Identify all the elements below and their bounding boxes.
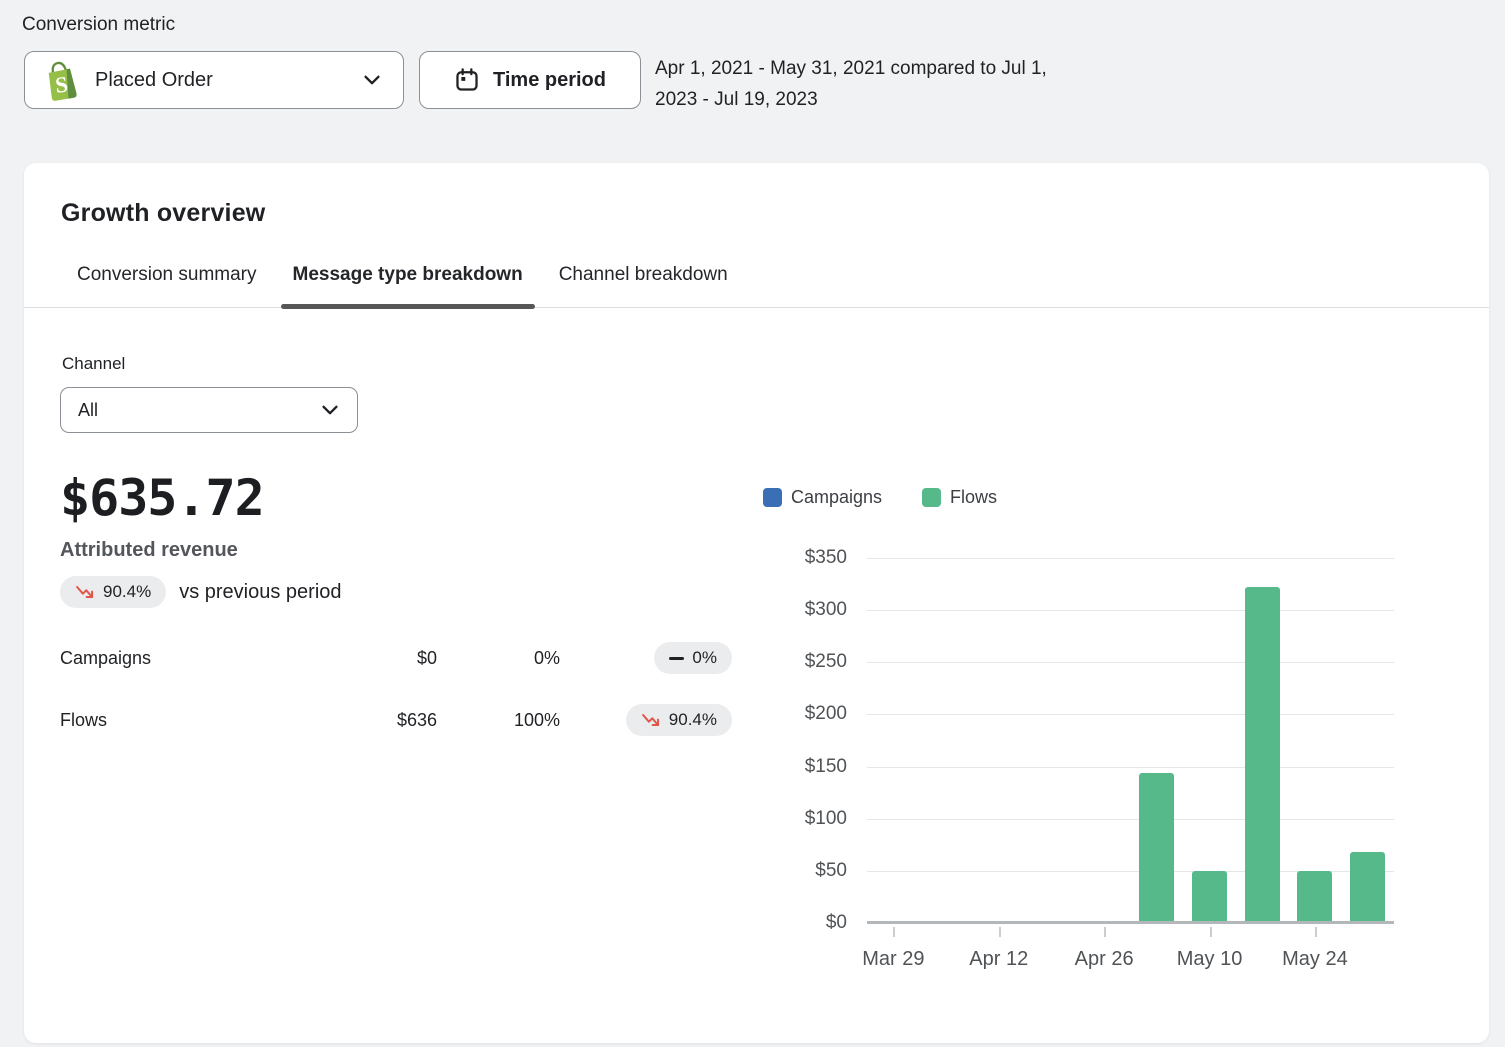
y-tick-label: $300 bbox=[804, 599, 847, 621]
bar-flows-may-31[interactable] bbox=[1350, 852, 1386, 923]
channel-filter-value: All bbox=[78, 399, 99, 420]
chart-legend: Campaigns Flows bbox=[763, 487, 1423, 508]
change-badge: 90.4% bbox=[60, 576, 167, 608]
change-value: 90.4% bbox=[103, 582, 152, 601]
time-period-button[interactable]: Time period bbox=[419, 51, 641, 109]
x-tick-label: May 10 bbox=[1176, 948, 1243, 970]
x-tick-label: Apr 12 bbox=[969, 948, 1029, 970]
bar-flows-may-10[interactable] bbox=[1192, 870, 1228, 923]
calendar-icon bbox=[456, 68, 478, 91]
legend-swatch-icon bbox=[763, 488, 782, 507]
row-change-badge: 0% bbox=[654, 642, 732, 674]
row-share: 0% bbox=[533, 647, 560, 668]
card-title: Growth overview bbox=[61, 199, 266, 227]
trend-down-icon bbox=[641, 714, 659, 726]
legend-item-flows[interactable]: Flows bbox=[922, 487, 997, 508]
attributed-revenue-label: Attributed revenue bbox=[60, 539, 238, 561]
y-tick-label: $50 bbox=[815, 859, 847, 881]
bar-flows-may-24[interactable] bbox=[1297, 870, 1333, 923]
y-tick-label: $350 bbox=[804, 547, 847, 568]
row-label: Flows bbox=[60, 709, 108, 730]
y-tick-label: $100 bbox=[804, 807, 847, 829]
bar-flows-may-17[interactable] bbox=[1244, 587, 1280, 923]
tab-channel-breakdown[interactable]: Channel breakdown bbox=[547, 256, 740, 307]
chart-panel: Campaigns Flows $0 $50 $100 $150 $200 $250 $300… bbox=[763, 487, 1423, 983]
y-tick-label: $250 bbox=[804, 651, 847, 673]
tabs: Conversion summary Message type breakdow… bbox=[24, 256, 1489, 309]
legend-label: Flows bbox=[950, 487, 998, 507]
row-share: 100% bbox=[513, 709, 560, 730]
bar-flows-may-3[interactable] bbox=[1139, 772, 1175, 923]
gridline-250 bbox=[867, 662, 1394, 664]
gridline-0 bbox=[867, 921, 1394, 924]
chevron-down-icon bbox=[364, 75, 380, 85]
y-tick-label: $150 bbox=[804, 755, 847, 777]
attributed-revenue-value: $635.72 bbox=[60, 469, 265, 527]
chart-plot: $0 $50 $100 $150 $200 $250 $300 $350 Mar 29 Apr 1… bbox=[763, 547, 1413, 983]
y-tick-label: $0 bbox=[825, 912, 847, 933]
growth-overview-card: Growth overview Conversion summary Messa… bbox=[24, 163, 1489, 1043]
flat-dash-icon bbox=[669, 656, 685, 660]
row-revenue: $636 bbox=[396, 709, 437, 730]
tab-conversion-summary[interactable]: Conversion summary bbox=[65, 256, 269, 307]
x-tick bbox=[893, 927, 896, 937]
x-tick-label: May 24 bbox=[1282, 948, 1348, 970]
channel-filter-dropdown[interactable]: All bbox=[60, 387, 358, 433]
legend-swatch-icon bbox=[922, 488, 942, 507]
gridline-300 bbox=[867, 610, 1394, 612]
date-range-text: Apr 1, 2021 - May 31, 2021 compared to J… bbox=[655, 58, 1047, 110]
change-suffix: vs previous period bbox=[179, 580, 342, 603]
legend-item-campaigns[interactable]: Campaigns bbox=[763, 487, 882, 508]
conversion-metric-dropdown[interactable]: S Placed Order bbox=[24, 51, 404, 109]
header: Conversion metric S Placed Order Time pe… bbox=[0, 0, 1505, 115]
chevron-down-icon bbox=[322, 405, 338, 415]
row-change-value: 90.4% bbox=[668, 710, 717, 729]
conversion-metric-label: Conversion metric bbox=[22, 14, 176, 35]
gridline-350 bbox=[867, 558, 1394, 559]
table-row-flows: Flows $636 100% 90.4% bbox=[60, 702, 732, 738]
tab-message-type-breakdown[interactable]: Message type breakdown bbox=[280, 256, 535, 309]
gridline-100 bbox=[867, 818, 1394, 820]
x-tick-label: Mar 29 bbox=[862, 948, 925, 970]
gridline-150 bbox=[867, 766, 1394, 768]
x-tick bbox=[1209, 927, 1212, 937]
x-tick bbox=[1104, 927, 1107, 937]
trend-down-icon bbox=[76, 586, 94, 598]
y-tick-label: $200 bbox=[804, 703, 847, 725]
time-period-label: Time period bbox=[493, 68, 606, 91]
legend-label: Campaigns bbox=[791, 487, 883, 507]
row-label: Campaigns bbox=[60, 647, 152, 668]
row-revenue: $0 bbox=[416, 647, 437, 668]
row-change-value: 0% bbox=[692, 648, 717, 667]
breakdown-table: Campaigns $0 0% 0% Flows $636 100% 90.4% bbox=[60, 640, 732, 738]
metric-panel: Channel All $635.72 Attributed revenue 9… bbox=[60, 354, 732, 738]
conversion-metric-value: Placed Order bbox=[95, 68, 213, 91]
table-row-campaigns: Campaigns $0 0% 0% bbox=[60, 640, 732, 676]
x-tick bbox=[998, 927, 1001, 937]
row-change-badge: 90.4% bbox=[625, 704, 732, 736]
gridline-200 bbox=[867, 714, 1394, 716]
shopify-bag-icon: S bbox=[48, 61, 77, 101]
channel-filter-label: Channel bbox=[62, 354, 126, 373]
x-tick bbox=[1314, 927, 1317, 937]
x-tick-label: Apr 26 bbox=[1074, 948, 1134, 970]
